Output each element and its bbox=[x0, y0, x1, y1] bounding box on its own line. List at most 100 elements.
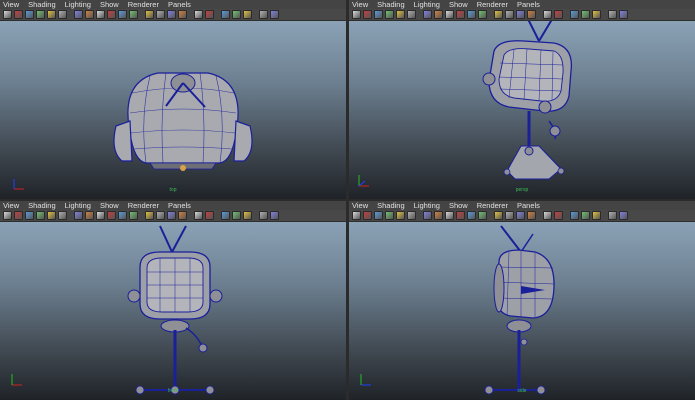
menu-panels[interactable]: Panels bbox=[168, 201, 191, 210]
xray-icon[interactable] bbox=[232, 211, 241, 220]
wireframe-icon[interactable] bbox=[494, 211, 503, 220]
resolution-gate-icon[interactable] bbox=[434, 10, 443, 19]
image-plane-icon[interactable] bbox=[47, 211, 56, 220]
select-camera-icon[interactable] bbox=[3, 10, 12, 19]
menu-shading[interactable]: Shading bbox=[377, 201, 405, 210]
viewport-canvas[interactable]: side bbox=[349, 222, 695, 400]
isolate-icon[interactable] bbox=[570, 211, 579, 220]
camera-attributes-icon[interactable] bbox=[259, 211, 268, 220]
field-chart-icon[interactable] bbox=[456, 211, 465, 220]
frame-all-icon[interactable] bbox=[619, 10, 628, 19]
viewport-canvas[interactable]: persp bbox=[349, 21, 695, 199]
textured-icon[interactable] bbox=[527, 211, 536, 220]
xray-icon[interactable] bbox=[581, 10, 590, 19]
viewport-panel-top[interactable]: View Shading Lighting Show Renderer Pane… bbox=[0, 0, 346, 199]
frame-all-icon[interactable] bbox=[270, 10, 279, 19]
wireframe-on-shaded-icon[interactable] bbox=[516, 211, 525, 220]
xray-joints-icon[interactable] bbox=[243, 211, 252, 220]
menu-renderer[interactable]: Renderer bbox=[477, 0, 508, 9]
lock-camera-icon[interactable] bbox=[14, 10, 23, 19]
wireframe-on-shaded-icon[interactable] bbox=[516, 10, 525, 19]
use-all-lights-icon[interactable] bbox=[194, 10, 203, 19]
textured-icon[interactable] bbox=[178, 10, 187, 19]
xray-joints-icon[interactable] bbox=[592, 211, 601, 220]
smooth-shade-icon[interactable] bbox=[156, 10, 165, 19]
gate-mask-icon[interactable] bbox=[445, 211, 454, 220]
bookmark-icon[interactable] bbox=[25, 10, 34, 19]
resolution-gate-icon[interactable] bbox=[85, 211, 94, 220]
frame-all-icon[interactable] bbox=[270, 211, 279, 220]
bookmark-icon[interactable] bbox=[25, 211, 34, 220]
film-gate-icon[interactable] bbox=[423, 211, 432, 220]
image-plane-icon[interactable] bbox=[47, 10, 56, 19]
menu-lighting[interactable]: Lighting bbox=[65, 0, 91, 9]
menu-view[interactable]: View bbox=[3, 0, 19, 9]
smooth-shade-icon[interactable] bbox=[156, 211, 165, 220]
isolate-icon[interactable] bbox=[221, 211, 230, 220]
menu-lighting[interactable]: Lighting bbox=[414, 201, 440, 210]
film-gate-icon[interactable] bbox=[74, 10, 83, 19]
menu-lighting[interactable]: Lighting bbox=[65, 201, 91, 210]
grid-icon[interactable] bbox=[385, 10, 394, 19]
2d-pan-icon[interactable] bbox=[407, 10, 416, 19]
menu-panels[interactable]: Panels bbox=[168, 0, 191, 9]
menu-view[interactable]: View bbox=[3, 201, 19, 210]
safe-action-icon[interactable] bbox=[467, 211, 476, 220]
xray-icon[interactable] bbox=[581, 211, 590, 220]
viewport-panel-persp[interactable]: View Shading Lighting Show Renderer Pane… bbox=[349, 0, 695, 199]
wireframe-icon[interactable] bbox=[145, 211, 154, 220]
gate-mask-icon[interactable] bbox=[96, 211, 105, 220]
grid-icon[interactable] bbox=[36, 10, 45, 19]
safe-title-icon[interactable] bbox=[129, 10, 138, 19]
safe-action-icon[interactable] bbox=[118, 10, 127, 19]
menu-view[interactable]: View bbox=[352, 201, 368, 210]
field-chart-icon[interactable] bbox=[107, 211, 116, 220]
menu-show[interactable]: Show bbox=[100, 0, 119, 9]
grid-icon[interactable] bbox=[36, 211, 45, 220]
viewport-canvas[interactable]: top bbox=[0, 21, 346, 199]
safe-action-icon[interactable] bbox=[467, 10, 476, 19]
use-all-lights-icon[interactable] bbox=[543, 10, 552, 19]
menu-panels[interactable]: Panels bbox=[517, 0, 540, 9]
shadows-icon[interactable] bbox=[554, 10, 563, 19]
gate-mask-icon[interactable] bbox=[96, 10, 105, 19]
wireframe-on-shaded-icon[interactable] bbox=[167, 211, 176, 220]
shadows-icon[interactable] bbox=[554, 211, 563, 220]
2d-pan-icon[interactable] bbox=[58, 10, 67, 19]
menu-lighting[interactable]: Lighting bbox=[414, 0, 440, 9]
2d-pan-icon[interactable] bbox=[407, 211, 416, 220]
menu-renderer[interactable]: Renderer bbox=[128, 0, 159, 9]
film-gate-icon[interactable] bbox=[74, 211, 83, 220]
smooth-shade-icon[interactable] bbox=[505, 10, 514, 19]
textured-icon[interactable] bbox=[178, 211, 187, 220]
grid-icon[interactable] bbox=[385, 211, 394, 220]
safe-title-icon[interactable] bbox=[129, 211, 138, 220]
safe-title-icon[interactable] bbox=[478, 211, 487, 220]
menu-panels[interactable]: Panels bbox=[517, 201, 540, 210]
image-plane-icon[interactable] bbox=[396, 10, 405, 19]
bookmark-icon[interactable] bbox=[374, 10, 383, 19]
lock-camera-icon[interactable] bbox=[14, 211, 23, 220]
shadows-icon[interactable] bbox=[205, 211, 214, 220]
safe-title-icon[interactable] bbox=[478, 10, 487, 19]
select-camera-icon[interactable] bbox=[352, 10, 361, 19]
menu-shading[interactable]: Shading bbox=[28, 0, 56, 9]
shadows-icon[interactable] bbox=[205, 10, 214, 19]
camera-attributes-icon[interactable] bbox=[608, 211, 617, 220]
smooth-shade-icon[interactable] bbox=[505, 211, 514, 220]
frame-all-icon[interactable] bbox=[619, 211, 628, 220]
wireframe-icon[interactable] bbox=[494, 10, 503, 19]
viewport-canvas[interactable]: front bbox=[0, 222, 346, 400]
textured-icon[interactable] bbox=[527, 10, 536, 19]
field-chart-icon[interactable] bbox=[107, 10, 116, 19]
viewport-panel-front[interactable]: View Shading Lighting Show Renderer Pane… bbox=[0, 201, 346, 400]
film-gate-icon[interactable] bbox=[423, 10, 432, 19]
menu-renderer[interactable]: Renderer bbox=[128, 201, 159, 210]
2d-pan-icon[interactable] bbox=[58, 211, 67, 220]
wireframe-on-shaded-icon[interactable] bbox=[167, 10, 176, 19]
menu-shading[interactable]: Shading bbox=[377, 0, 405, 9]
menu-shading[interactable]: Shading bbox=[28, 201, 56, 210]
camera-attributes-icon[interactable] bbox=[608, 10, 617, 19]
menu-show[interactable]: Show bbox=[449, 0, 468, 9]
isolate-icon[interactable] bbox=[570, 10, 579, 19]
